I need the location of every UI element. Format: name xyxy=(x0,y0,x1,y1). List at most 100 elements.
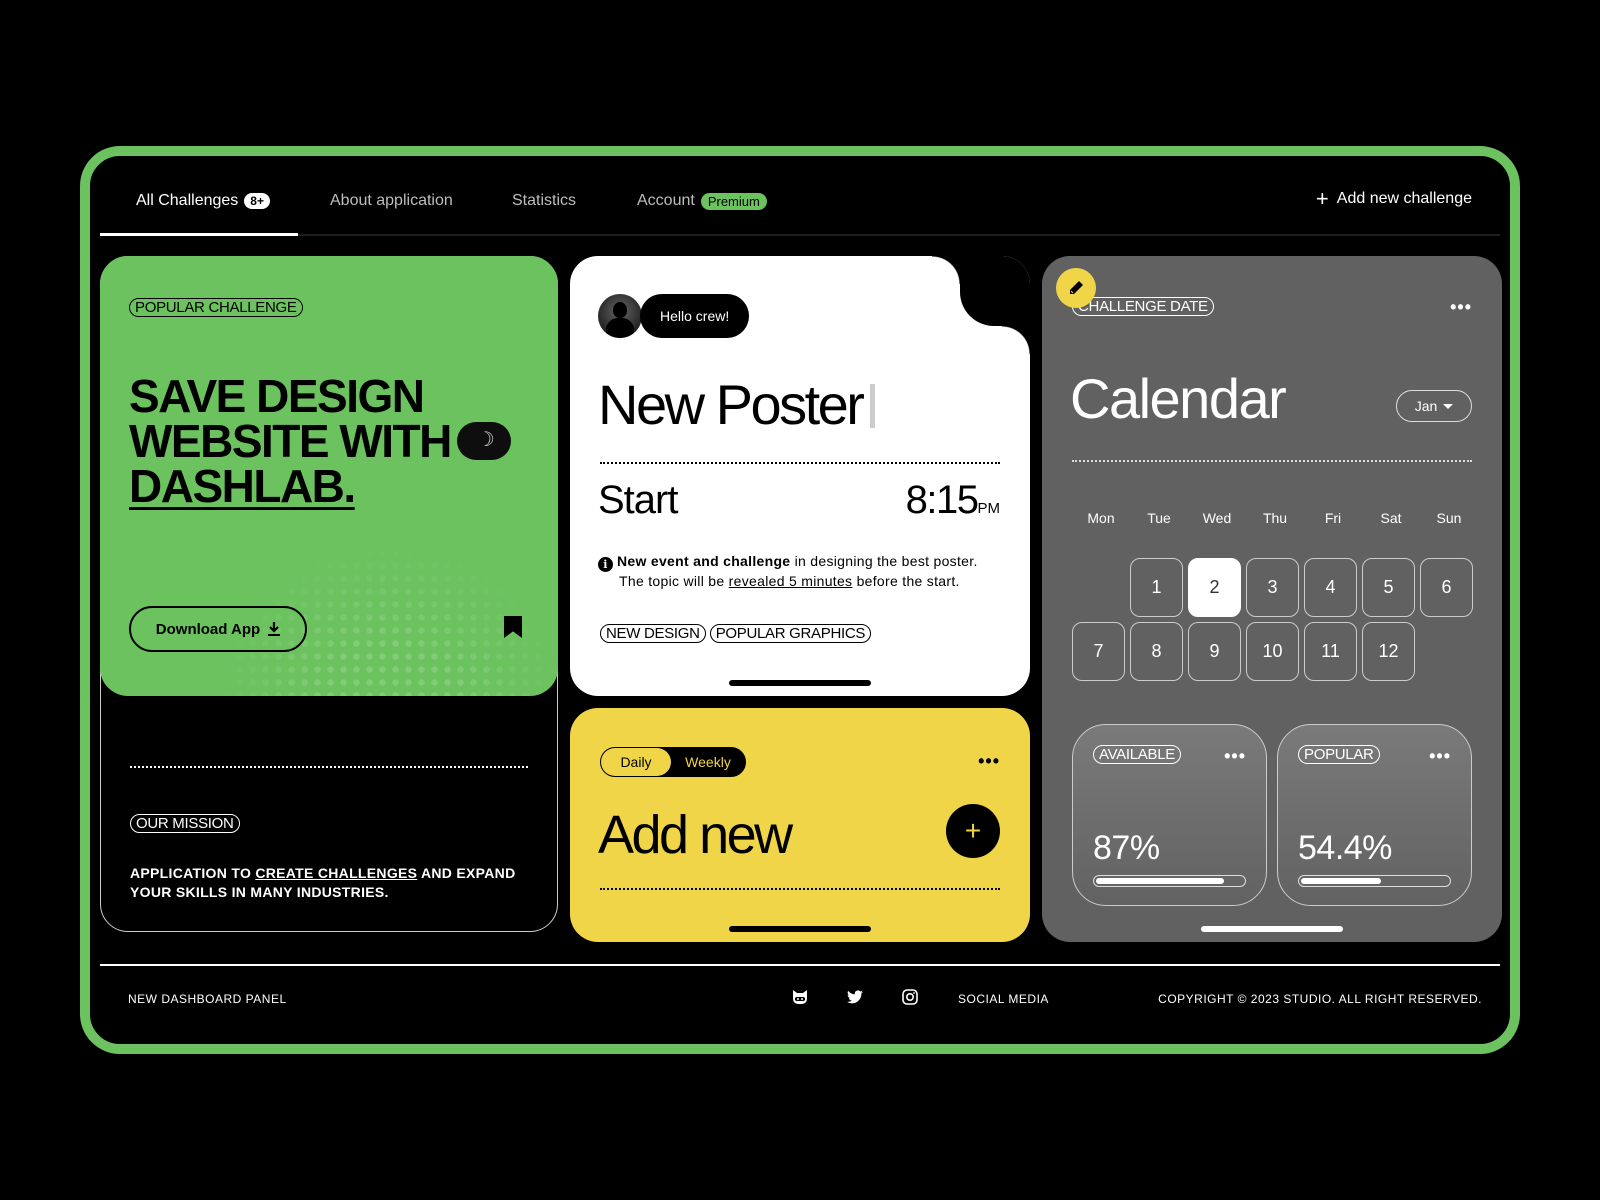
count-badge: 8+ xyxy=(244,193,270,209)
active-tab-indicator xyxy=(100,233,298,236)
poster-title-text: New Poster xyxy=(598,373,865,436)
new-poster-card: Hello crew! New Poster Start 8:15PM i New… xyxy=(570,256,1030,696)
calendar-day[interactable]: 12 xyxy=(1362,622,1415,681)
tab-label: About application xyxy=(330,192,453,209)
tab-label: Account xyxy=(637,192,695,209)
edit-button[interactable] xyxy=(1056,268,1096,308)
toggle-daily[interactable]: Daily xyxy=(601,748,671,776)
github-icon[interactable] xyxy=(790,987,810,1007)
popular-stat-card: POPULAR ••• 54.4% xyxy=(1277,724,1472,906)
text-cursor xyxy=(870,384,876,428)
add-button[interactable]: + xyxy=(946,804,1000,858)
info-icon: i xyxy=(598,557,613,572)
tab-all-challenges[interactable]: All Challenges 8+ xyxy=(136,192,270,210)
tab-account[interactable]: Account Premium xyxy=(637,192,767,210)
calendar-day[interactable]: 3 xyxy=(1246,558,1299,617)
dashboard-frame: All Challenges 8+ About application Stat… xyxy=(80,146,1520,1054)
popular-challenge-card: POPULAR CHALLENGE SAVE DESIGN WEBSITE WI… xyxy=(100,256,558,696)
calendar-days: 1 2 3 4 5 6 7 8 9 10 11 12 xyxy=(1072,558,1473,681)
more-options-icon[interactable]: ••• xyxy=(1450,298,1472,316)
calendar-day[interactable]: 10 xyxy=(1246,622,1299,681)
month-dropdown[interactable]: Jan xyxy=(1396,390,1472,422)
weekday-label: Sun xyxy=(1436,510,1462,526)
calendar-day[interactable]: 7 xyxy=(1072,622,1125,681)
instagram-icon[interactable] xyxy=(900,987,920,1007)
progress-fill xyxy=(1096,878,1224,884)
create-challenges-link[interactable]: CREATE CHALLENGES xyxy=(255,865,417,881)
add-new-card: Daily Weekly ••• Add new + xyxy=(570,708,1030,942)
tag-popular-graphics[interactable]: POPULAR GRAPHICS xyxy=(709,624,872,643)
more-options-icon[interactable]: ••• xyxy=(1224,747,1246,765)
headline-line: DASHLAB. xyxy=(129,460,356,512)
weekday-label: Thu xyxy=(1262,510,1288,526)
popular-challenge-tag: POPULAR CHALLENGE xyxy=(129,298,303,317)
calendar-day[interactable]: 4 xyxy=(1304,558,1357,617)
download-icon xyxy=(268,622,281,636)
dark-mode-toggle[interactable]: ☽ xyxy=(456,421,511,460)
dotted-divider xyxy=(1072,460,1472,462)
more-options-icon[interactable]: ••• xyxy=(978,752,1000,770)
download-app-button[interactable]: Download App xyxy=(129,606,307,652)
avatar[interactable] xyxy=(598,294,642,338)
plus-icon: + xyxy=(964,815,982,846)
footer-title: NEW DASHBOARD PANEL xyxy=(128,992,287,1006)
period-toggle: Daily Weekly xyxy=(600,747,746,777)
card-notch xyxy=(960,256,1030,326)
copyright-text: COPYRIGHT © 2023 STUDIO. ALL RIGHT RESER… xyxy=(1158,992,1482,1006)
footer-divider xyxy=(100,964,1500,966)
chevron-down-icon xyxy=(1443,403,1454,409)
mission-text-start: APPLICATION TO xyxy=(130,865,256,881)
more-options-icon[interactable]: ••• xyxy=(1429,747,1451,765)
social-media-label: SOCIAL MEDIA xyxy=(958,992,1049,1006)
tab-label: All Challenges xyxy=(136,192,239,209)
poster-title: New Poster xyxy=(598,372,876,437)
add-challenge-label: Add new challenge xyxy=(1336,190,1472,207)
tab-label: Statistics xyxy=(512,192,577,209)
nav-divider xyxy=(100,234,1500,236)
drag-handle[interactable] xyxy=(1201,926,1343,932)
add-new-challenge-button[interactable]: + Add new challenge xyxy=(1315,186,1472,211)
calendar-card: CHALLENGE DATE ••• Calendar Jan Mon Tue We… xyxy=(1042,256,1502,942)
info-text: in designing the best poster. xyxy=(790,553,978,569)
twitter-icon[interactable] xyxy=(845,987,865,1007)
revealed-link[interactable]: revealed 5 minutes xyxy=(729,573,853,589)
calendar-title: Calendar xyxy=(1070,367,1287,430)
tab-statistics[interactable]: Statistics xyxy=(512,192,576,210)
calendar-day[interactable]: 1 xyxy=(1130,558,1183,617)
info-text: The topic will be xyxy=(619,573,729,589)
empty-day-slot xyxy=(1072,558,1125,617)
drag-handle[interactable] xyxy=(729,680,871,686)
weekday-label: Sat xyxy=(1380,510,1402,526)
calendar-day[interactable]: 9 xyxy=(1188,622,1241,681)
moon-icon: ☽ xyxy=(476,428,495,451)
tab-about-application[interactable]: About application xyxy=(330,192,453,210)
dotted-divider xyxy=(600,462,1000,464)
dotted-divider xyxy=(130,766,528,768)
info-bold: New event and challenge xyxy=(617,553,791,569)
dotted-divider xyxy=(600,888,1000,890)
progress-fill xyxy=(1301,878,1381,884)
weekday-label: Tue xyxy=(1147,510,1171,526)
our-mission-tag: OUR MISSION xyxy=(130,814,240,833)
start-label: Start xyxy=(598,478,678,522)
mission-text: APPLICATION TO CREATE CHALLENGES AND EXP… xyxy=(130,864,530,902)
popular-value: 54.4% xyxy=(1298,829,1392,867)
weekday-label: Mon xyxy=(1087,510,1115,526)
drag-handle[interactable] xyxy=(729,926,871,932)
weekday-label: Wed xyxy=(1202,510,1232,526)
calendar-day[interactable]: 11 xyxy=(1304,622,1357,681)
challenge-headline: SAVE DESIGN WEBSITE WITH ☽ DASHLAB. xyxy=(129,373,511,512)
calendar-day[interactable]: 6 xyxy=(1420,558,1473,617)
popular-tag: POPULAR xyxy=(1298,745,1380,764)
calendar-day-selected[interactable]: 2 xyxy=(1188,558,1241,617)
challenge-date-tag: CHALLENGE DATE xyxy=(1072,297,1214,316)
calendar-day[interactable]: 5 xyxy=(1362,558,1415,617)
calendar-day[interactable]: 8 xyxy=(1130,622,1183,681)
toggle-weekly[interactable]: Weekly xyxy=(671,748,745,776)
available-stat-card: AVAILABLE ••• 87% xyxy=(1072,724,1267,906)
popular-progress-bar xyxy=(1298,875,1451,887)
available-value: 87% xyxy=(1093,829,1160,867)
tag-new-design[interactable]: NEW DESIGN xyxy=(600,624,706,643)
notch-curve xyxy=(932,256,960,284)
plus-icon: + xyxy=(1315,186,1329,211)
